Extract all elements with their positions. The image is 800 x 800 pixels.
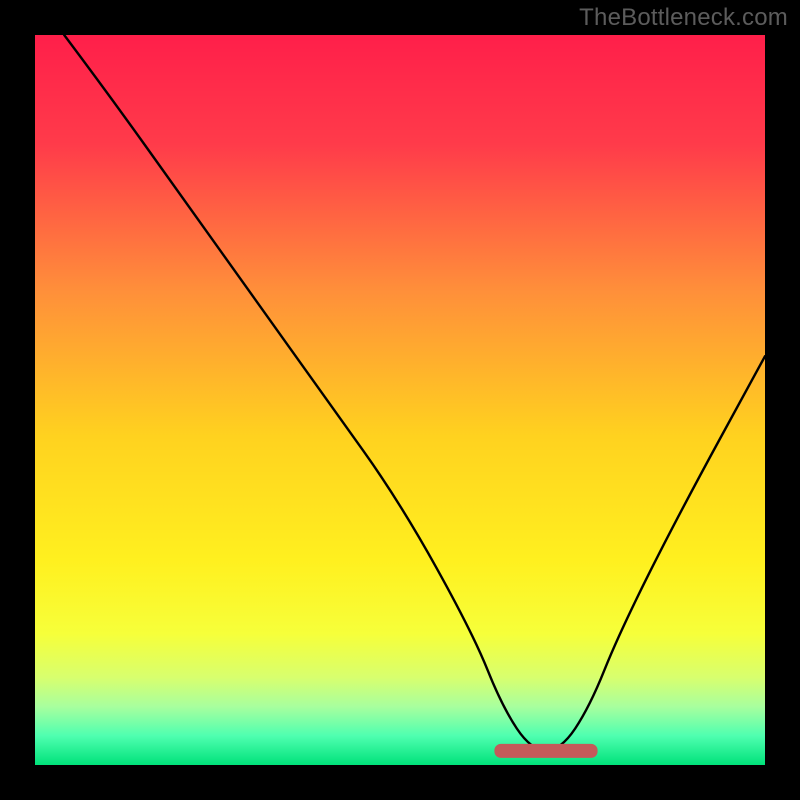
chart-background-gradient: [35, 35, 765, 765]
plot-area: [35, 35, 765, 765]
watermark-text: TheBottleneck.com: [579, 4, 788, 32]
chart-frame: TheBottleneck.com: [0, 0, 800, 800]
